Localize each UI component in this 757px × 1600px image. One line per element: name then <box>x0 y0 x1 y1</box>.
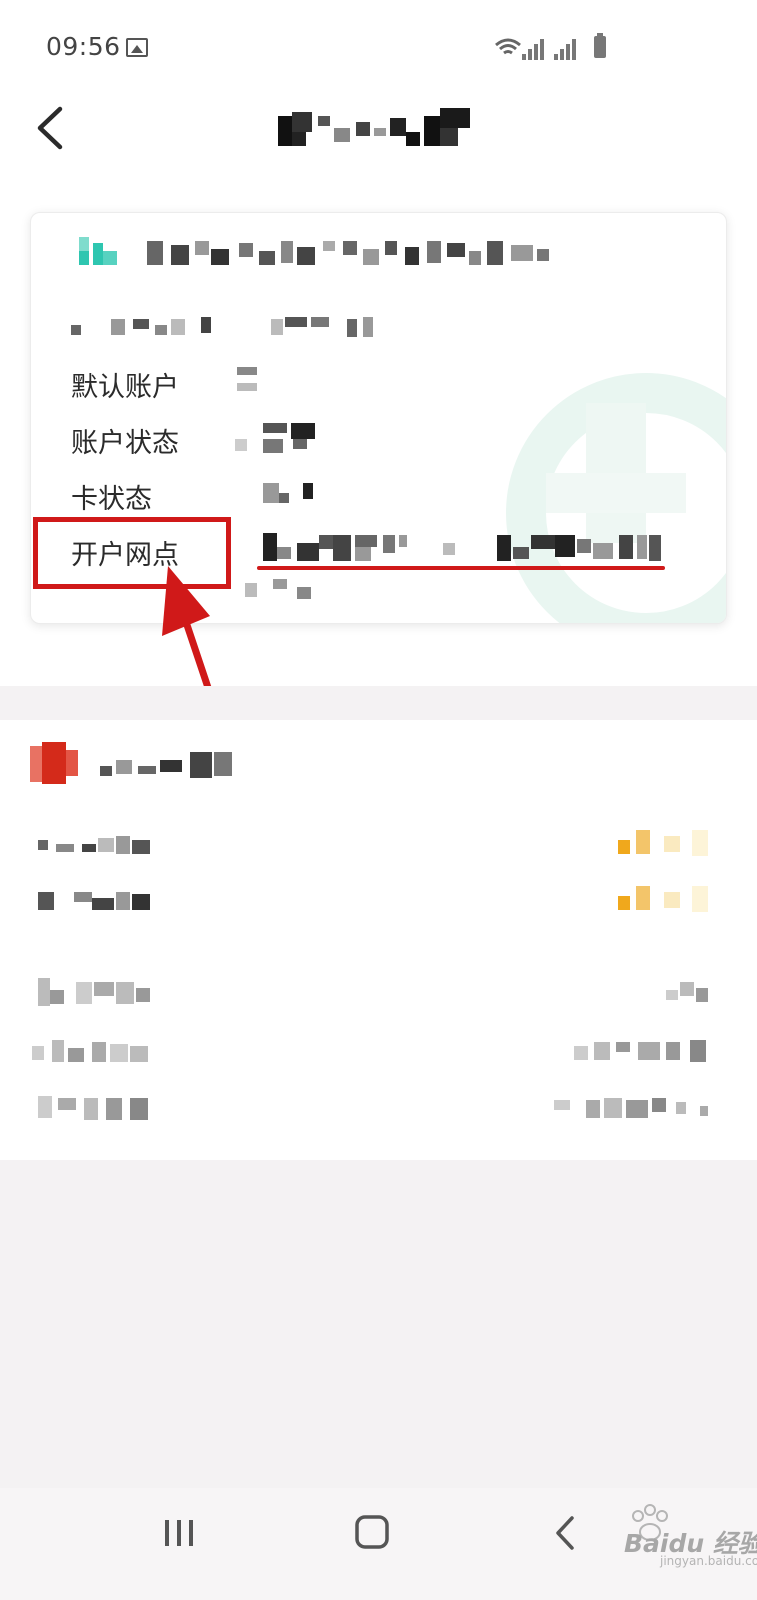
info-label: 账户状态 <box>71 428 179 459</box>
back-button[interactable] <box>30 103 78 153</box>
page-title-redacted <box>278 108 470 146</box>
section-divider <box>0 686 757 720</box>
section-header-redacted <box>30 742 232 784</box>
info-row-default-account: 默认账户 <box>31 359 726 407</box>
row-value-redacted <box>554 1098 708 1118</box>
info-row-account-status: 账户状态 <box>31 415 726 463</box>
row-label-redacted <box>38 836 150 854</box>
empty-content-area <box>0 1160 757 1488</box>
card-number-redacted <box>147 241 549 265</box>
wifi-icon <box>495 38 521 55</box>
chevron-left-icon <box>37 106 63 150</box>
signal-icon-2 <box>554 39 576 60</box>
row-label-redacted <box>38 1096 148 1120</box>
info-redacted <box>71 317 373 337</box>
row-value-redacted <box>574 1040 706 1062</box>
baidu-jingyan-watermark: Baidu 经验 jingyan.baidu.com <box>572 1502 757 1572</box>
battery-icon <box>594 33 606 58</box>
info-row-account-name <box>31 303 726 351</box>
recents-icon[interactable] <box>162 1512 196 1554</box>
gallery-icon <box>126 38 148 57</box>
gold-value-redacted <box>618 886 708 912</box>
detail-section <box>0 720 757 1160</box>
info-value-redacted <box>237 367 257 391</box>
bank-logo-icon <box>79 237 117 265</box>
status-icons <box>494 33 614 62</box>
row-label-redacted <box>32 1040 148 1062</box>
status-time: 09:56 <box>46 32 121 61</box>
branch-value-redacted <box>263 533 661 561</box>
row-label-redacted <box>38 978 150 1006</box>
row-value-redacted <box>666 982 708 1002</box>
info-label: 默认账户 <box>71 372 179 403</box>
status-bar: 09:56 <box>0 0 757 90</box>
row-label-redacted <box>38 892 150 910</box>
branch-underline <box>257 566 665 570</box>
signal-icon <box>522 39 544 60</box>
gold-value-redacted <box>618 830 708 856</box>
info-row-card-status: 卡状态 <box>31 471 726 519</box>
info-value-redacted <box>263 483 313 503</box>
watermark-url: jingyan.baidu.com <box>660 1554 757 1568</box>
home-icon[interactable] <box>354 1514 390 1550</box>
info-label: 卡状态 <box>71 484 152 515</box>
info-value-redacted <box>235 423 315 453</box>
